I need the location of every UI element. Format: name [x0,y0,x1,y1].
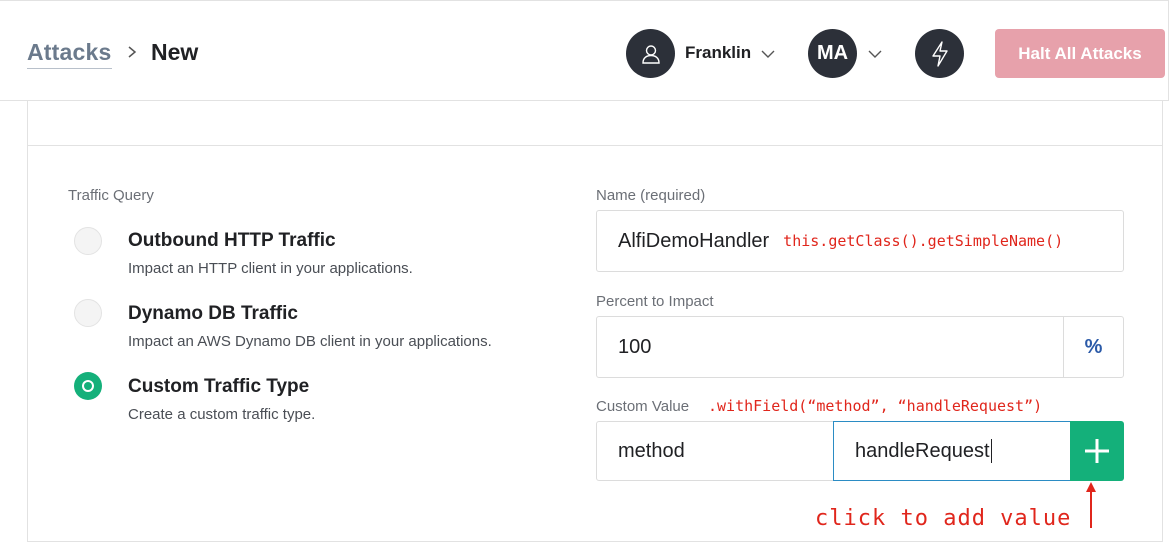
breadcrumb-attacks-link[interactable]: Attacks [27,39,112,69]
org-avatar[interactable]: MA [808,29,857,78]
user-name[interactable]: Franklin [685,43,751,63]
lightning-bolt-icon [931,40,948,67]
name-input[interactable]: AlfiDemoHandler this.getClass().getSimpl… [596,210,1124,272]
halt-all-attacks-button[interactable]: Halt All Attacks [995,29,1165,78]
option-description: Create a custom traffic type. [128,406,316,423]
add-value-button[interactable] [1070,421,1124,481]
plus-icon [1085,439,1109,463]
percent-unit: % [1063,316,1124,378]
custom-value-annotation: .withField(“method”, “handleRequest”) [708,397,1043,415]
percent-input[interactable]: 100 [596,316,1064,378]
name-input-value: AlfiDemoHandler [618,229,770,252]
name-annotation: this.getClass().getSimpleName() [783,232,1064,250]
custom-key-input[interactable]: method [596,421,834,481]
chevron-right-icon [128,46,137,58]
radio-dynamo-db[interactable] [74,299,102,327]
option-title[interactable]: Outbound HTTP Traffic [128,230,336,252]
top-header: Attacks New Franklin MA Halt All Attacks [0,0,1169,101]
name-label: Name (required) [596,187,706,204]
custom-value-input[interactable]: handleRequest [833,421,1071,481]
percent-unit-symbol: % [1084,335,1103,358]
add-value-hint: click to add value [815,506,1072,531]
option-description: Impact an HTTP client in your applicatio… [128,260,413,277]
text-cursor [990,439,992,463]
custom-value-label: Custom Value [596,398,690,415]
chevron-down-icon[interactable] [867,48,883,60]
custom-key-value: method [618,439,685,462]
chevron-down-icon[interactable] [760,48,776,60]
arrow-up-icon [1086,482,1096,528]
traffic-query-label: Traffic Query [68,187,154,204]
radio-outbound-http[interactable] [74,227,102,255]
user-avatar[interactable] [626,29,675,78]
org-initials: MA [816,42,849,64]
user-icon [641,44,660,64]
percent-label: Percent to Impact [596,293,714,310]
custom-value-text: handleRequest [855,439,990,462]
option-title[interactable]: Dynamo DB Traffic [128,303,298,325]
page-title: New [151,39,199,65]
percent-input-value: 100 [618,335,652,358]
top-panel [27,101,1163,146]
radio-custom-traffic[interactable] [74,372,102,400]
lightning-button[interactable] [915,29,964,78]
option-description: Impact an AWS Dynamo DB client in your a… [128,333,492,350]
option-title[interactable]: Custom Traffic Type [128,376,309,398]
